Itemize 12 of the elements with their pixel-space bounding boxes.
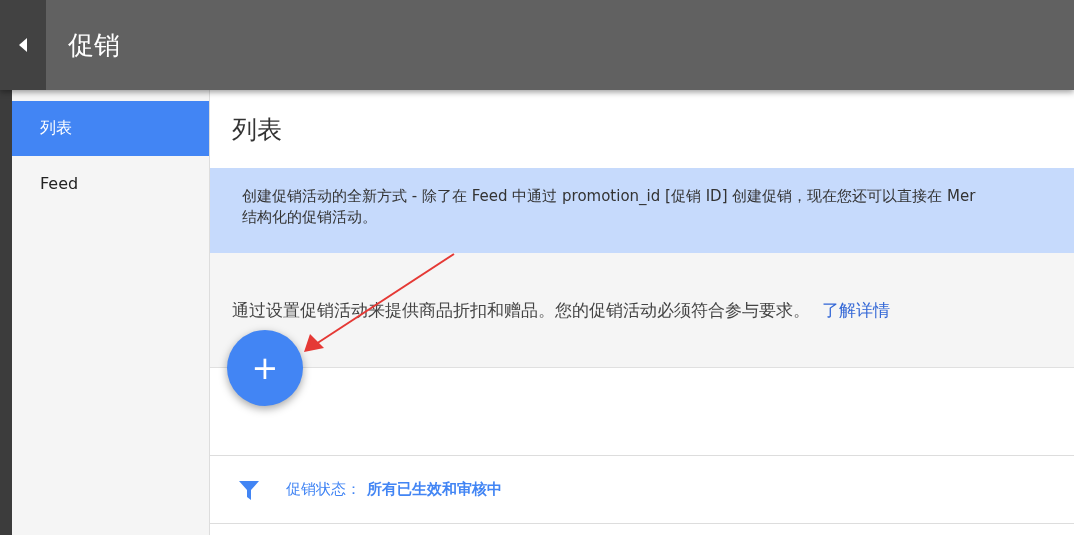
learn-more-link[interactable]: 了解详情 bbox=[822, 298, 890, 322]
sidebar-item[interactable]: 列表 bbox=[12, 101, 209, 156]
filter-label: 促销状态： bbox=[286, 480, 361, 499]
caret-icon bbox=[18, 38, 28, 52]
banner-text: 创建促销活动的全新方式 - 除了在 Feed 中通过 promotion_id [促销 ID] 创建促销，现在您还可以直接在 Mer bbox=[242, 186, 977, 207]
filter-icon[interactable] bbox=[238, 478, 260, 501]
page-title: 促销 bbox=[68, 28, 120, 62]
sidebar-item[interactable]: Feed bbox=[12, 156, 209, 211]
add-button[interactable]: + bbox=[227, 330, 303, 406]
section-title: 列表 bbox=[232, 113, 282, 146]
filter-value[interactable]: 所有已生效和审核中 bbox=[367, 480, 502, 499]
banner-text: 结构化的促销活动。 bbox=[242, 207, 378, 228]
